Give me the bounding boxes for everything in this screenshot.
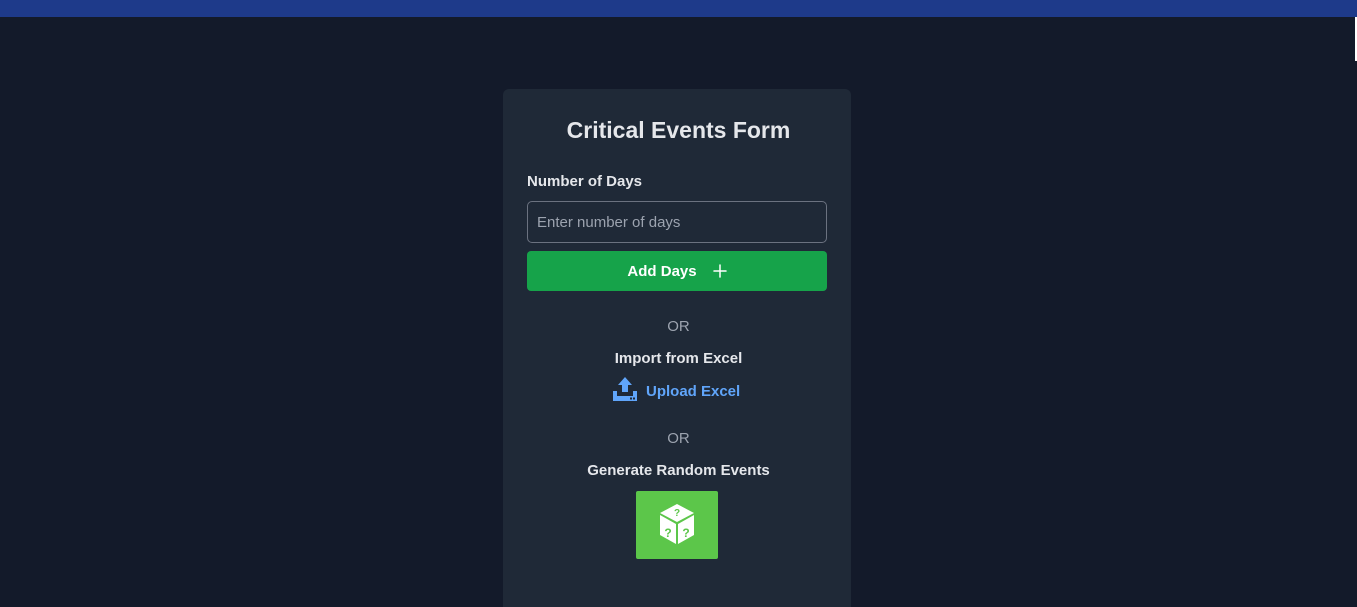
upload-icon: [612, 376, 638, 407]
upload-excel-link[interactable]: Upload Excel: [612, 376, 741, 407]
plus-icon: [712, 264, 727, 278]
days-label: Number of Days: [527, 173, 643, 190]
upload-excel-label: Upload Excel: [646, 382, 741, 400]
import-label: Import from Excel: [614, 350, 743, 367]
days-input[interactable]: [527, 201, 827, 243]
form-title: Critical Events Form: [566, 117, 791, 143]
dice-icon: ? ? ?: [657, 502, 697, 549]
svg-text:?: ?: [664, 526, 671, 540]
generate-random-button[interactable]: ? ? ?: [636, 491, 718, 559]
or-separator: OR: [667, 430, 690, 447]
or-separator: OR: [667, 318, 690, 335]
top-bar: [0, 0, 1357, 17]
svg-text:?: ?: [682, 526, 689, 540]
add-days-label: Add Days: [627, 262, 697, 280]
svg-text:?: ?: [674, 508, 680, 519]
add-days-button[interactable]: Add Days: [527, 251, 827, 291]
random-events-label: Generate Random Events: [587, 462, 770, 479]
